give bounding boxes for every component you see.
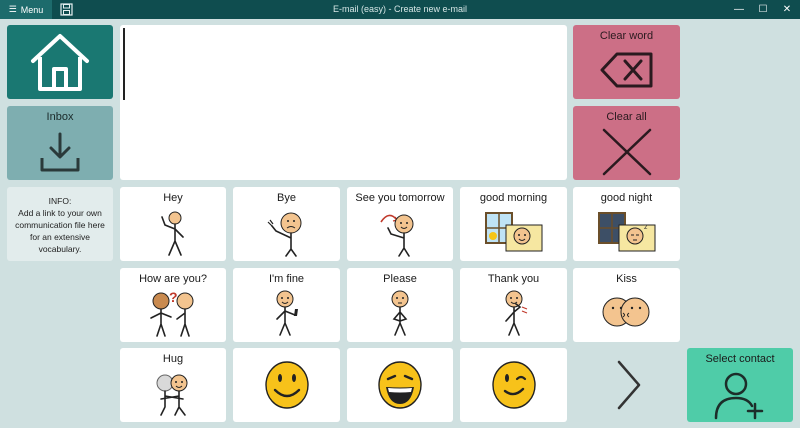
- clear-all-button[interactable]: Clear all: [573, 106, 680, 180]
- clear-word-label: Clear word: [599, 30, 654, 42]
- good-morning-icon: [484, 212, 542, 252]
- phrase-button-how-are-you[interactable]: How are you? ?: [120, 268, 226, 342]
- title-bar: ☰ Menu E-mail (easy) - Create new e-mail…: [0, 0, 800, 19]
- thank-you-person-icon: [504, 290, 527, 336]
- home-icon: [31, 34, 89, 91]
- phrase-label: I'm fine: [268, 273, 305, 285]
- phrase-button-hey[interactable]: Hey: [120, 187, 226, 261]
- smile-emoji-icon: [264, 361, 309, 409]
- phrase-button-bye[interactable]: Bye: [233, 187, 340, 261]
- laugh-emoji-icon: [378, 361, 422, 409]
- phrase-label: Hug: [162, 353, 184, 365]
- phrase-label: Bye: [277, 192, 296, 204]
- phrase-button-please[interactable]: Please: [347, 268, 453, 342]
- phrase-button-kiss[interactable]: Kiss: [573, 268, 680, 342]
- emoji-button-laugh[interactable]: [347, 348, 453, 422]
- text-caret: [123, 28, 125, 100]
- phrase-button-im-fine[interactable]: I'm fine: [233, 268, 340, 342]
- phrase-label: Kiss: [616, 273, 637, 285]
- kiss-faces-icon: [602, 297, 649, 327]
- phrase-button-hug[interactable]: Hug: [120, 348, 226, 422]
- phrase-label: Hey: [163, 192, 183, 204]
- select-contact-label: Select contact: [705, 353, 775, 365]
- clear-word-button[interactable]: Clear word: [573, 25, 680, 99]
- phrase-button-good-night[interactable]: good night z: [573, 187, 680, 261]
- wave-tomorrow-icon: [380, 214, 414, 257]
- add-user-icon: [714, 372, 764, 420]
- next-page-button[interactable]: [573, 348, 680, 422]
- minimize-button[interactable]: —: [728, 0, 750, 19]
- home-button[interactable]: [7, 25, 113, 99]
- inbox-button[interactable]: Inbox: [7, 106, 113, 180]
- download-tray-icon: [40, 132, 80, 172]
- thumbs-up-person-icon: [275, 290, 298, 336]
- message-textarea[interactable]: [120, 25, 567, 180]
- phrase-label: Thank you: [487, 273, 540, 285]
- two-people-question-icon: ?: [150, 289, 194, 337]
- info-text: INFO: Add a link to your own communicati…: [7, 187, 113, 261]
- phrase-label: good morning: [479, 192, 548, 204]
- phrase-button-see-you-tomorrow[interactable]: See you tomorrow: [347, 187, 453, 261]
- close-button[interactable]: ✕: [776, 0, 798, 19]
- phrase-button-good-morning[interactable]: good morning: [460, 187, 567, 261]
- maximize-button[interactable]: ☐: [752, 0, 774, 19]
- phrase-label: See you tomorrow: [355, 192, 445, 204]
- backspace-icon: [600, 52, 652, 88]
- waving-person-icon: [161, 211, 184, 256]
- phrase-label: How are you?: [139, 273, 207, 285]
- phrase-button-thank-you[interactable]: Thank you: [460, 268, 567, 342]
- phrase-label: good night: [600, 192, 653, 204]
- clear-all-label: Clear all: [606, 111, 647, 123]
- close-x-icon: [602, 128, 651, 176]
- chevron-right-icon: [617, 360, 640, 410]
- good-night-icon: z: [597, 212, 655, 252]
- svg-text:?: ?: [169, 289, 178, 305]
- select-contact-button[interactable]: Select contact: [687, 348, 793, 422]
- inbox-label: Inbox: [46, 111, 74, 123]
- emoji-button-smile[interactable]: [233, 348, 340, 422]
- hug-people-icon: [156, 374, 188, 416]
- sad-waving-person-icon: [267, 212, 301, 257]
- svg-text:z: z: [644, 224, 648, 231]
- please-person-icon: [391, 290, 409, 336]
- emoji-button-wink[interactable]: [460, 348, 567, 422]
- wink-emoji-icon: [491, 361, 536, 409]
- window-title: E-mail (easy) - Create new e-mail: [332, 4, 468, 14]
- phrase-label: Please: [383, 273, 417, 285]
